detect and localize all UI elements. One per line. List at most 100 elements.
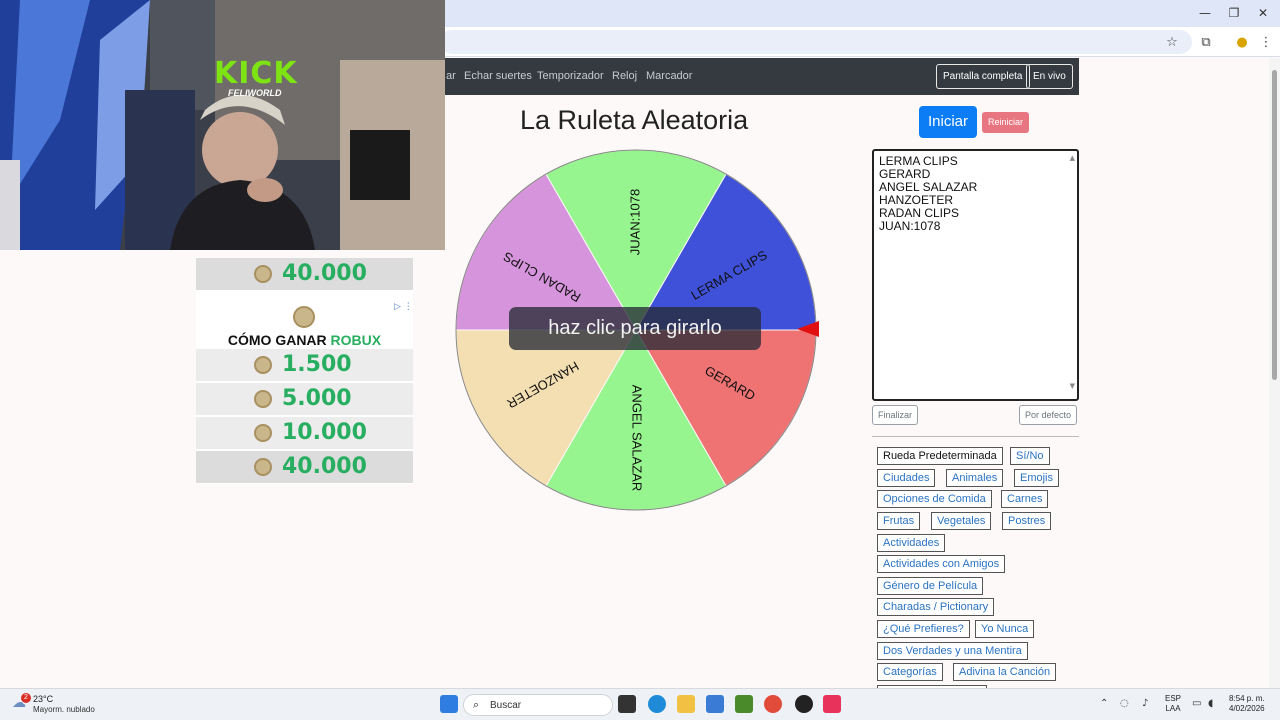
search-icon: ⌕ [473,698,480,711]
robux-coin-icon [254,424,272,442]
ad-amount: 40.000 [282,261,367,286]
profile-icon[interactable]: ● [1233,34,1251,52]
preset-rueda-predeterminada[interactable]: Rueda Predeterminada [877,447,1003,465]
finish-button[interactable]: Finalizar [872,405,919,425]
file-explorer-icon[interactable] [677,695,695,713]
address-bar[interactable] [440,30,1192,54]
preset-si-no[interactable]: Sí/No [1010,447,1050,465]
start-button[interactable]: Iniciar [919,106,977,138]
wheel-slice-label: JUAN:1078 [627,189,642,255]
names-textarea[interactable]: LERMA CLIPS GERARD ANGEL SALAZAR HANZOET… [872,149,1079,401]
spin-hint-overlay[interactable]: haz clic para girarlo [509,307,761,350]
microphone-icon[interactable]: ♪ [1142,698,1148,709]
preset-actividades[interactable]: Actividades [877,534,946,552]
preset-genero-pelicula[interactable]: Género de Película [877,577,984,595]
keyboard-layout: LAA [1165,704,1181,713]
robux-coin-icon [254,390,272,408]
ad-amount-row: 40.000 [196,451,413,483]
language-indicator[interactable]: ESP LAA [1165,694,1181,714]
tiktok-icon[interactable] [823,695,841,713]
system-clock[interactable]: 8:54 p. m. 4/02/2026 [1229,694,1265,714]
nav-link-temporizador[interactable]: Temporizador [537,70,604,82]
ad-headline-b: ROBUX [330,332,382,348]
minimize-button[interactable]: — [1190,4,1220,22]
webcam-scene [0,0,445,250]
channel-name: FELIWORLD [228,88,282,98]
obs-icon[interactable] [795,695,813,713]
clock-time: 8:54 p. m. [1229,694,1265,703]
robux-logo-icon [293,306,315,328]
preset-actividades-amigos[interactable]: Actividades con Amigos [877,555,1006,573]
ad-amount-row: 40.000 [196,258,413,290]
name-entry: JUAN:1078 [879,219,941,233]
ad-amount: 1.500 [282,352,352,377]
restore-button[interactable]: ❐ [1219,4,1249,22]
language-code: ESP [1165,694,1182,703]
nav-link-echar-suertes[interactable]: Echar suertes [464,70,532,82]
wheel-pointer-icon [797,321,819,337]
task-view-icon[interactable] [618,695,636,713]
preset-carnes[interactable]: Carnes [1001,490,1049,508]
site-navbar: ar Echar suertes Temporizador Reloj Marc… [440,58,1079,95]
nav-link-partial[interactable]: ar [446,70,456,82]
start-windows-icon[interactable] [440,695,458,713]
preset-adivina-cancion[interactable]: Adivina la Canción [953,663,1057,681]
preset-dos-verdades[interactable]: Dos Verdades y una Mentira [877,642,1028,660]
network-icon[interactable]: ▭ [1192,698,1201,709]
preset-que-prefieres[interactable]: ¿Qué Prefieres? [877,620,970,638]
live-button[interactable]: En vivo [1026,64,1073,89]
textarea-scroll-down-icon[interactable]: ▼ [1070,380,1075,393]
textarea-scroll-up-icon[interactable]: ▲ [1070,152,1075,165]
chrome-icon[interactable] [764,695,782,713]
preset-vegetales[interactable]: Vegetales [931,512,992,530]
tray-overflow-icon[interactable]: ⌃ [1100,698,1108,709]
preset-categorias[interactable]: Categorías [877,663,943,681]
ad-headline-a: CÓMO GANAR [227,332,331,348]
wheel-slice-label: ANGEL SALAZAR [630,385,645,491]
robux-coin-icon [254,458,272,476]
preset-animales[interactable]: Animales [946,469,1004,487]
ad-amount-row: 1.500 [196,349,413,381]
tray-app-icon[interactable]: ◌ [1120,698,1129,709]
volume-icon[interactable]: ◖ [1208,698,1213,709]
preset-ciudades[interactable]: Ciudades [877,469,936,487]
ad-amount: 40.000 [282,454,367,479]
windows-taskbar: ☁ 2 23°C Mayorm. nublado ⌕ Buscar ⌃ ◌ ♪ … [0,688,1280,720]
ad-headline: CÓMO GANAR ROBUX [196,332,413,348]
pointer-arrow [797,321,819,337]
preset-frutas[interactable]: Frutas [877,512,921,530]
preset-charadas[interactable]: Charadas / Pictionary [877,598,995,616]
kick-logo: KICK [214,56,298,91]
ad-amount: 5.000 [282,386,352,411]
close-window-button[interactable]: ✕ [1248,4,1278,22]
bookmark-star-icon[interactable]: ☆ [1163,34,1181,52]
weather-temperature[interactable]: 23°C [33,694,53,704]
webcam-overlay: KICK FELIWORLD [0,0,445,250]
scrollbar-thumb[interactable] [1272,70,1277,380]
ad-amount-row: 10.000 [196,417,413,449]
robux-coin-icon [254,356,272,374]
preset-opciones-comida[interactable]: Opciones de Comida [877,490,992,508]
weather-notification-badge: 2 [21,693,31,703]
edge-icon[interactable] [648,695,666,713]
default-button[interactable]: Por defecto [1019,405,1078,425]
reset-button[interactable]: Reiniciar [982,112,1029,133]
browser-menu-icon[interactable]: ⋮ [1257,34,1275,52]
ad-amount: 10.000 [282,420,367,445]
preset-postres[interactable]: Postres [1002,512,1052,530]
page-title: La Ruleta Aleatoria [520,105,749,135]
store-icon[interactable] [706,695,724,713]
preset-emojis[interactable]: Emojis [1014,469,1060,487]
extensions-icon[interactable]: ⧉ [1197,34,1215,52]
nav-link-marcador[interactable]: Marcador [646,70,692,82]
weather-description[interactable]: Mayorm. nublado [33,705,95,714]
nav-link-reloj[interactable]: Reloj [612,70,637,82]
minecraft-icon[interactable] [735,695,753,713]
fullscreen-button[interactable]: Pantalla completa [936,64,1030,89]
clock-date: 4/02/2026 [1229,704,1265,713]
robux-ad[interactable]: 40.000 ▷ ⋮ CÓMO GANAR ROBUX 1.500 5.000 … [196,258,413,484]
page-scrollbar[interactable] [1269,58,1280,688]
ad-choices-icon[interactable]: ▷ ⋮ [394,302,413,312]
preset-yo-nunca[interactable]: Yo Nunca [975,620,1035,638]
taskbar-search[interactable]: ⌕ Buscar [463,694,613,716]
